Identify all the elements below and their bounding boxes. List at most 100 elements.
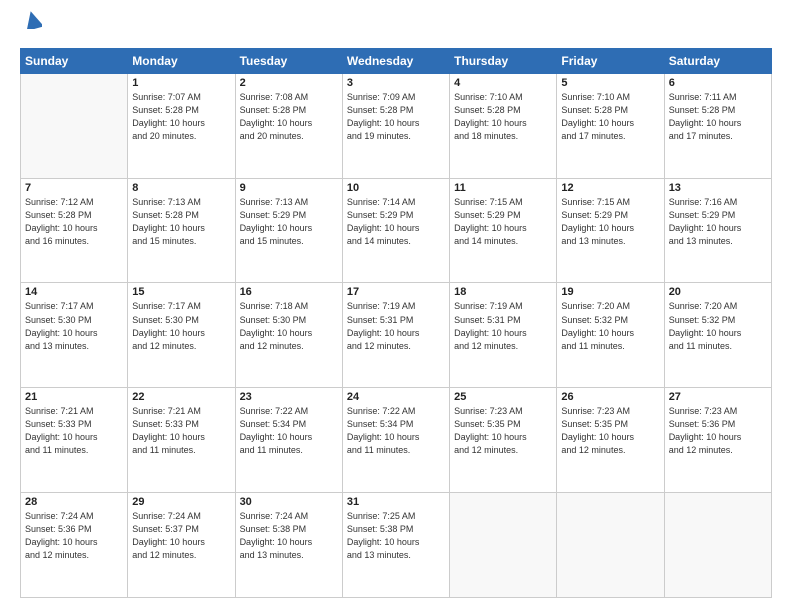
day-number: 28 [25,496,123,508]
day-number: 17 [347,286,445,298]
day-number: 5 [561,77,659,89]
day-info: Sunrise: 7:23 AMSunset: 5:35 PMDaylight:… [454,405,552,457]
day-number: 1 [132,77,230,89]
calendar-cell: 28 Sunrise: 7:24 AMSunset: 5:36 PMDayligh… [21,493,128,598]
calendar-cell: 5Sunrise: 7:10 AMSunset: 5:28 PMDaylight… [557,73,664,178]
day-info: Sunrise: 7:22 AMSunset: 5:34 PMDaylight:… [240,405,338,457]
day-number: 2 [240,77,338,89]
calendar-cell: 23 Sunrise: 7:22 AMSunset: 5:34 PMDayligh… [235,388,342,493]
day-number: 4 [454,77,552,89]
weekday-header: Sunday [21,48,128,73]
day-info: Sunrise: 7:19 AMSunset: 5:31 PMDaylight:… [347,300,445,352]
calendar-cell: 10 Sunrise: 7:14 AMSunset: 5:29 PMDayligh… [342,178,449,283]
day-info: Sunrise: 7:11 AMSunset: 5:28 PMDaylight:… [669,91,767,143]
calendar-cell: 6 Sunrise: 7:11 AMSunset: 5:28 PMDaylight… [664,73,771,178]
calendar-cell: 3Sunrise: 7:09 AMSunset: 5:28 PMDaylight… [342,73,449,178]
day-number: 31 [347,496,445,508]
day-info: Sunrise: 7:17 AMSunset: 5:30 PMDaylight:… [132,300,230,352]
day-number: 16 [240,286,338,298]
calendar-cell: 29 Sunrise: 7:24 AMSunset: 5:37 PMDayligh… [128,493,235,598]
day-number: 25 [454,391,552,403]
day-info: Sunrise: 7:19 AMSunset: 5:31 PMDaylight:… [454,300,552,352]
calendar-cell: 31 Sunrise: 7:25 AMSunset: 5:38 PMDayligh… [342,493,449,598]
day-number: 13 [669,182,767,194]
calendar-cell [664,493,771,598]
calendar-cell: 13 Sunrise: 7:16 AMSunset: 5:29 PMDayligh… [664,178,771,283]
weekday-header: Saturday [664,48,771,73]
day-info: Sunrise: 7:23 AMSunset: 5:35 PMDaylight:… [561,405,659,457]
calendar-cell: 24Sunrise: 7:22 AMSunset: 5:34 PMDayligh… [342,388,449,493]
day-info: Sunrise: 7:10 AMSunset: 5:28 PMDaylight:… [454,91,552,143]
calendar-week-row: 14 Sunrise: 7:17 AMSunset: 5:30 PMDayligh… [21,283,772,388]
calendar-cell: 7Sunrise: 7:12 AMSunset: 5:28 PMDaylight… [21,178,128,283]
day-info: Sunrise: 7:15 AMSunset: 5:29 PMDaylight:… [561,196,659,248]
day-info: Sunrise: 7:07 AMSunset: 5:28 PMDaylight:… [132,91,230,143]
calendar-cell: 26 Sunrise: 7:23 AMSunset: 5:35 PMDayligh… [557,388,664,493]
day-number: 23 [240,391,338,403]
day-number: 8 [132,182,230,194]
calendar-week-row: 28 Sunrise: 7:24 AMSunset: 5:36 PMDayligh… [21,493,772,598]
calendar-cell: 9Sunrise: 7:13 AMSunset: 5:29 PMDaylight… [235,178,342,283]
logo-icon [24,11,42,29]
weekday-header: Tuesday [235,48,342,73]
calendar-cell: 1 Sunrise: 7:07 AMSunset: 5:28 PMDaylight… [128,73,235,178]
weekday-header: Friday [557,48,664,73]
day-number: 21 [25,391,123,403]
day-info: Sunrise: 7:25 AMSunset: 5:38 PMDaylight:… [347,510,445,562]
day-number: 11 [454,182,552,194]
day-info: Sunrise: 7:23 AMSunset: 5:36 PMDaylight:… [669,405,767,457]
day-number: 29 [132,496,230,508]
day-info: Sunrise: 7:14 AMSunset: 5:29 PMDaylight:… [347,196,445,248]
calendar-cell: 30 Sunrise: 7:24 AMSunset: 5:38 PMDayligh… [235,493,342,598]
day-number: 6 [669,77,767,89]
day-info: Sunrise: 7:20 AMSunset: 5:32 PMDaylight:… [561,300,659,352]
calendar-cell: 16 Sunrise: 7:18 AMSunset: 5:30 PMDayligh… [235,283,342,388]
day-info: Sunrise: 7:17 AMSunset: 5:30 PMDaylight:… [25,300,123,352]
day-info: Sunrise: 7:12 AMSunset: 5:28 PMDaylight:… [25,196,123,248]
day-number: 19 [561,286,659,298]
day-info: Sunrise: 7:16 AMSunset: 5:29 PMDaylight:… [669,196,767,248]
day-info: Sunrise: 7:22 AMSunset: 5:34 PMDaylight:… [347,405,445,457]
weekday-header: Thursday [450,48,557,73]
calendar-cell: 12 Sunrise: 7:15 AMSunset: 5:29 PMDayligh… [557,178,664,283]
calendar-cell [450,493,557,598]
day-info: Sunrise: 7:24 AMSunset: 5:36 PMDaylight:… [25,510,123,562]
calendar-cell: 19 Sunrise: 7:20 AMSunset: 5:32 PMDayligh… [557,283,664,388]
day-info: Sunrise: 7:24 AMSunset: 5:37 PMDaylight:… [132,510,230,562]
calendar-cell: 11 Sunrise: 7:15 AMSunset: 5:29 PMDayligh… [450,178,557,283]
day-number: 27 [669,391,767,403]
calendar-table: SundayMondayTuesdayWednesdayThursdayFrid… [20,48,772,598]
day-info: Sunrise: 7:09 AMSunset: 5:28 PMDaylight:… [347,91,445,143]
day-info: Sunrise: 7:21 AMSunset: 5:33 PMDaylight:… [25,405,123,457]
calendar-week-row: 21 Sunrise: 7:21 AMSunset: 5:33 PMDayligh… [21,388,772,493]
day-info: Sunrise: 7:15 AMSunset: 5:29 PMDaylight:… [454,196,552,248]
day-number: 26 [561,391,659,403]
calendar-week-row: 1 Sunrise: 7:07 AMSunset: 5:28 PMDaylight… [21,73,772,178]
day-number: 12 [561,182,659,194]
day-number: 10 [347,182,445,194]
page: SundayMondayTuesdayWednesdayThursdayFrid… [0,0,792,612]
calendar-cell [21,73,128,178]
calendar-cell: 27 Sunrise: 7:23 AMSunset: 5:36 PMDayligh… [664,388,771,493]
calendar-cell: 21 Sunrise: 7:21 AMSunset: 5:33 PMDayligh… [21,388,128,493]
day-number: 20 [669,286,767,298]
day-number: 22 [132,391,230,403]
weekday-header: Monday [128,48,235,73]
header [20,18,772,38]
day-info: Sunrise: 7:18 AMSunset: 5:30 PMDaylight:… [240,300,338,352]
calendar-week-row: 7Sunrise: 7:12 AMSunset: 5:28 PMDaylight… [21,178,772,283]
calendar-cell: 17 Sunrise: 7:19 AMSunset: 5:31 PMDayligh… [342,283,449,388]
logo [20,18,42,38]
day-info: Sunrise: 7:24 AMSunset: 5:38 PMDaylight:… [240,510,338,562]
calendar-cell: 18 Sunrise: 7:19 AMSunset: 5:31 PMDayligh… [450,283,557,388]
logo-text-block [20,18,42,38]
day-number: 30 [240,496,338,508]
calendar-cell: 15Sunrise: 7:17 AMSunset: 5:30 PMDayligh… [128,283,235,388]
calendar-cell: 25 Sunrise: 7:23 AMSunset: 5:35 PMDayligh… [450,388,557,493]
calendar-cell: 8Sunrise: 7:13 AMSunset: 5:28 PMDaylight… [128,178,235,283]
day-number: 14 [25,286,123,298]
day-info: Sunrise: 7:08 AMSunset: 5:28 PMDaylight:… [240,91,338,143]
weekday-header: Wednesday [342,48,449,73]
day-number: 18 [454,286,552,298]
calendar-cell: 14 Sunrise: 7:17 AMSunset: 5:30 PMDayligh… [21,283,128,388]
